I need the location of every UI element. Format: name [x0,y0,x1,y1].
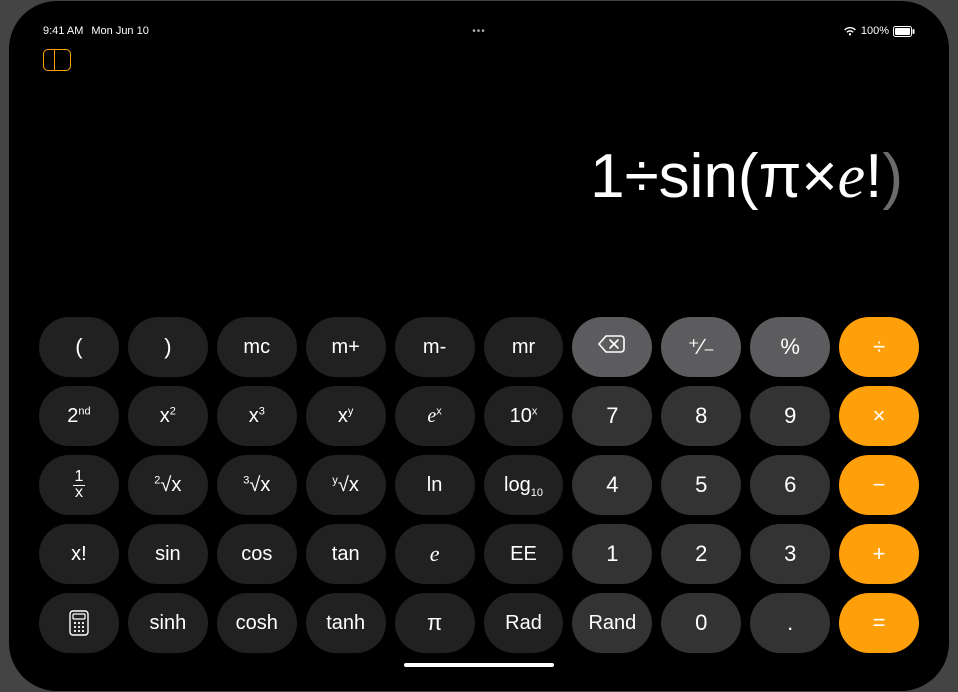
key-backspace[interactable] [572,317,652,377]
status-time: 9:41 AM [43,25,83,37]
key-plus-minus[interactable]: ⁺∕₋ [661,317,741,377]
key-8[interactable]: 8 [661,386,741,446]
key-y-root[interactable]: y√x [306,455,386,515]
key-minus[interactable]: − [839,455,919,515]
key-multiply[interactable]: × [839,386,919,446]
key-mr[interactable]: mr [484,317,564,377]
key-x-squared[interactable]: x2 [128,386,208,446]
calculator-mode-toggle[interactable] [43,49,71,71]
battery-icon [893,26,915,37]
key-x-to-y[interactable]: xy [306,386,386,446]
key-7[interactable]: 7 [572,386,652,446]
key-mc[interactable]: mc [217,317,297,377]
key-rad[interactable]: Rad [484,593,564,653]
key-x-cubed[interactable]: x3 [217,386,297,446]
key-cos[interactable]: cos [217,524,297,584]
key-tan[interactable]: tan [306,524,386,584]
key-cosh[interactable]: cosh [217,593,297,653]
key-percent[interactable]: % [750,317,830,377]
key-divide[interactable]: ÷ [839,317,919,377]
multitask-dots[interactable]: ••• [472,26,486,37]
key-ee[interactable]: EE [484,524,564,584]
key-one-over-x[interactable]: 1x [39,455,119,515]
key-6[interactable]: 6 [750,455,830,515]
status-bar: 9:41 AM Mon Jun 10 ••• 100% [35,21,923,41]
key-1[interactable]: 1 [572,524,652,584]
status-date: Mon Jun 10 [91,25,148,37]
expression-display: 1÷sin(π×e!) [590,141,903,213]
key-log10[interactable]: log10 [484,455,564,515]
home-indicator[interactable] [404,663,554,667]
key-pi[interactable]: π [395,593,475,653]
key-0[interactable]: 0 [661,593,741,653]
keypad: ( ) mc m+ m- mr ⁺∕₋ % ÷ 2nd x2 x3 xy ex … [39,317,919,653]
key-4[interactable]: 4 [572,455,652,515]
key-m-minus[interactable]: m- [395,317,475,377]
key-equals[interactable]: = [839,593,919,653]
key-sin[interactable]: sin [128,524,208,584]
key-factorial[interactable]: x! [39,524,119,584]
key-tanh[interactable]: tanh [306,593,386,653]
key-sinh[interactable]: sinh [128,593,208,653]
key-2[interactable]: 2 [661,524,741,584]
key-ln[interactable]: ln [395,455,475,515]
key-left-paren[interactable]: ( [39,317,119,377]
key-10-to-x[interactable]: 10x [484,386,564,446]
key-right-paren[interactable]: ) [128,317,208,377]
wifi-icon [843,26,857,36]
key-e-to-x[interactable]: ex [395,386,475,446]
calculator-icon [69,610,89,636]
key-second[interactable]: 2nd [39,386,119,446]
backspace-icon [597,334,627,360]
ipad-frame: 9:41 AM Mon Jun 10 ••• 100% 1÷sin(π×e!) … [21,13,937,679]
key-cube-root[interactable]: 3√x [217,455,297,515]
key-decimal[interactable]: . [750,593,830,653]
key-e[interactable]: e [395,524,475,584]
key-plus[interactable]: + [839,524,919,584]
key-9[interactable]: 9 [750,386,830,446]
key-rand[interactable]: Rand [572,593,652,653]
key-square-root[interactable]: 2√x [128,455,208,515]
key-3[interactable]: 3 [750,524,830,584]
screen: 9:41 AM Mon Jun 10 ••• 100% 1÷sin(π×e!) … [35,21,923,671]
battery-percent: 100% [861,25,889,37]
key-m-plus[interactable]: m+ [306,317,386,377]
key-5[interactable]: 5 [661,455,741,515]
key-basic-mode[interactable] [39,593,119,653]
